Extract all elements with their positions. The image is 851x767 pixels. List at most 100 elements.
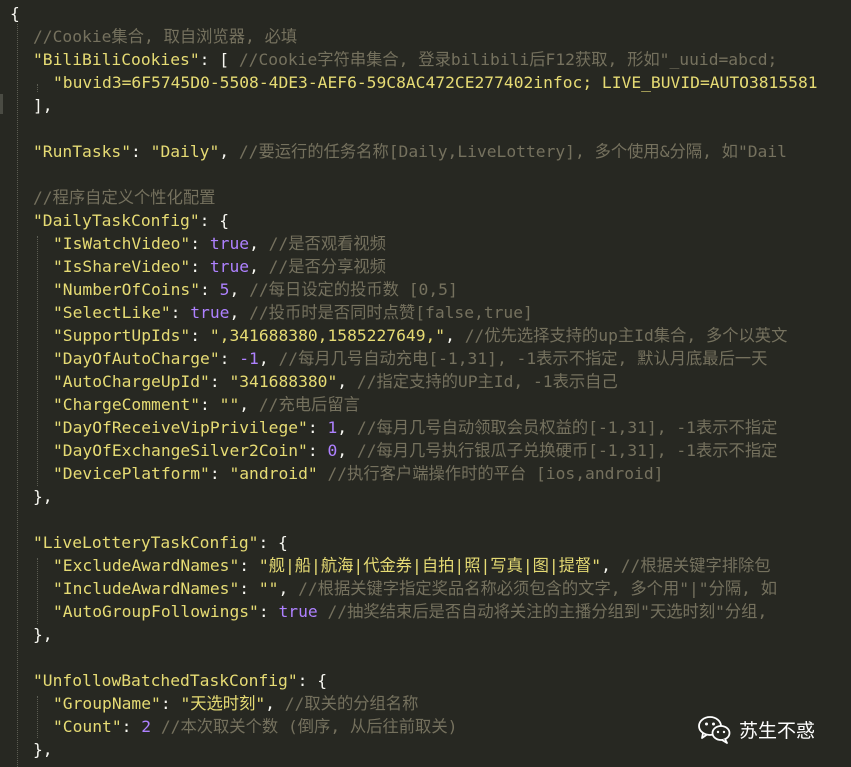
code-line[interactable]: "GroupName": "天选时刻", //取关的分组名称 [53,692,418,715]
code-line[interactable]: "BiliBiliCookies": [ //Cookie字符串集合, 登录bi… [33,48,787,71]
code-token: //是否分享视频 [268,257,386,276]
code-token: 5 [219,280,230,299]
code-token: , [445,326,465,345]
code-token: "AutoChargeUpId" [53,372,210,391]
code-editor[interactable]: { //Cookie集合, 取自浏览器, 必填 "BiliBiliCookies":… [0,0,851,767]
indent-guide [17,24,18,767]
code-line[interactable]: "RunTasks": "Daily", //要运行的任务名称[Daily,Li… [33,140,787,163]
code-token: 2 [141,717,152,736]
code-token: }, [33,740,53,759]
code-token: : { [297,671,328,690]
code-token: true [278,602,318,621]
code-line[interactable]: "DevicePlatform": "android" //执行客户端操作时的平… [53,462,663,485]
code-token: "" [258,579,279,598]
code-line[interactable]: "AutoChargeUpId": "341688380", //指定支持的UP… [53,370,618,393]
code-line[interactable]: "Count": 2 //本次取关个数 (倒序, 从后往前取关) [53,715,457,738]
code-token: : [131,142,151,161]
code-token: : [170,303,191,322]
code-line[interactable]: "DailyTaskConfig": { [33,209,229,232]
code-line[interactable]: }, [33,738,53,761]
code-line[interactable]: "LiveLotteryTaskConfig": { [33,531,288,554]
code-token: , [229,280,250,299]
code-token: : [239,579,259,598]
code-token: : [258,602,279,621]
code-token: //每月几号自动领取会员权益的[-1,31], -1表示不指定 [356,418,778,437]
code-token: "ExcludeAwardNames" [53,556,240,575]
code-token: : [200,280,220,299]
code-line[interactable]: "IncludeAwardNames": "", //根据关键字指定奖品名称必须… [53,577,777,600]
code-token: //要运行的任务名称[Daily,LiveLottery], 多个使用&分隔, … [238,142,787,161]
code-token: "341688380" [229,372,338,391]
code-token: //抽奖结束后是否自动将关注的主播分组到"天选时刻"分组, [327,602,768,621]
code-line[interactable]: "SupportUpIds": ",341688380,1585227649,"… [53,324,787,347]
code-line[interactable]: //程序自定义个性化配置 [33,186,215,209]
code-line[interactable]: "ChargeComment": "", //充电后留言 [53,393,360,416]
code-token: //执行客户端操作时的平台 [ios,android] [327,464,664,483]
code-token: //Cookie集合, 取自浏览器, 必填 [33,27,298,46]
code-token: "SelectLike" [53,303,171,322]
code-line[interactable]: }, [33,485,53,508]
code-token: //根据关键字排除包 [620,556,771,575]
code-token: //取关的分组名称 [284,694,419,713]
code-token: //每月几号自动充电[-1,31], -1表示不指定, 默认月底最后一天 [278,349,768,368]
code-line[interactable]: "AutoGroupFollowings": true //抽奖结束后是否自动将… [53,600,767,623]
code-token: ",341688380,1585227649," [209,326,446,345]
code-token: , [265,694,285,713]
code-token: //本次取关个数 (倒序, 从后往前取关) [160,717,458,736]
code-line[interactable]: { [10,2,20,25]
code-line[interactable]: "buvid3=6F5745D0-5508-4DE3-AEF6-59C8AC47… [53,71,818,94]
code-token: : { [258,533,288,552]
code-token: "IsShareVideo" [53,257,191,276]
code-token: , [337,372,357,391]
code-token: //投币时是否同时点赞[false,true] [249,303,533,322]
code-token: { [10,4,20,23]
code-token: "UnfollowBatchedTaskConfig" [33,671,298,690]
code-token: : [190,257,210,276]
code-token: "DailyTaskConfig" [33,211,200,230]
code-token: "ChargeComment" [53,395,201,414]
code-line[interactable]: "NumberOfCoins": 5, //每日设定的投币数 [0,5] [53,278,458,301]
code-token: //每日设定的投币数 [0,5] [249,280,458,299]
code-token: : [239,556,259,575]
code-token: : [121,717,142,736]
code-token: "DayOfReceiveVipPrivilege" [53,418,308,437]
code-token: //充电后留言 [258,395,360,414]
code-line[interactable]: //Cookie集合, 取自浏览器, 必填 [33,25,297,48]
code-token: "" [219,395,240,414]
watermark: 苏生不惑 [697,711,815,747]
code-token: , [249,257,269,276]
code-token: "IsWatchVideo" [53,234,191,253]
code-token: , [249,234,269,253]
code-token: "DevicePlatform" [53,464,210,483]
indent-guide [37,84,38,92]
code-token: , [278,579,299,598]
code-token: "SupportUpIds" [53,326,191,345]
code-line[interactable]: "ExcludeAwardNames": "舰|船|航海|代金券|自拍|照|写真… [53,554,771,577]
code-token: "IncludeAwardNames" [53,579,240,598]
code-token: "Daily" [150,142,220,161]
code-token: "Count" [53,717,122,736]
code-line[interactable]: "UnfollowBatchedTaskConfig": { [33,669,327,692]
wechat-icon [698,716,731,744]
code-token: }, [33,625,53,644]
code-token: : [219,349,240,368]
code-token: , [219,142,239,161]
code-token: : [ [199,50,239,69]
code-line[interactable]: "DayOfExchangeSilver2Coin": 0, //每月几号执行银… [53,439,777,462]
code-line[interactable]: "IsWatchVideo": true, //是否观看视频 [53,232,386,255]
code-line[interactable]: "SelectLike": true, //投币时是否同时点赞[false,tr… [53,301,533,324]
code-token: //根据关键字指定奖品名称必须包含的文字, 多个用"|"分隔, 如 [298,579,778,598]
code-token: "BiliBiliCookies" [33,50,200,69]
indent-guide [37,558,38,624]
code-token: "buvid3=6F5745D0-5508-4DE3-AEF6-59C8AC47… [53,73,818,92]
code-token: "天选时刻" [180,694,266,713]
code-line[interactable]: }, [33,623,53,646]
text-cursor [0,94,3,114]
code-line[interactable]: "DayOfAutoCharge": -1, //每月几号自动充电[-1,31]… [53,347,767,370]
code-line[interactable]: "DayOfReceiveVipPrivilege": 1, //每月几号自动领… [53,416,777,439]
code-token: "android" [229,464,318,483]
code-line[interactable]: ], [33,94,53,117]
code-token: "DayOfExchangeSilver2Coin" [53,441,308,460]
code-line[interactable]: "IsShareVideo": true, //是否分享视频 [53,255,386,278]
